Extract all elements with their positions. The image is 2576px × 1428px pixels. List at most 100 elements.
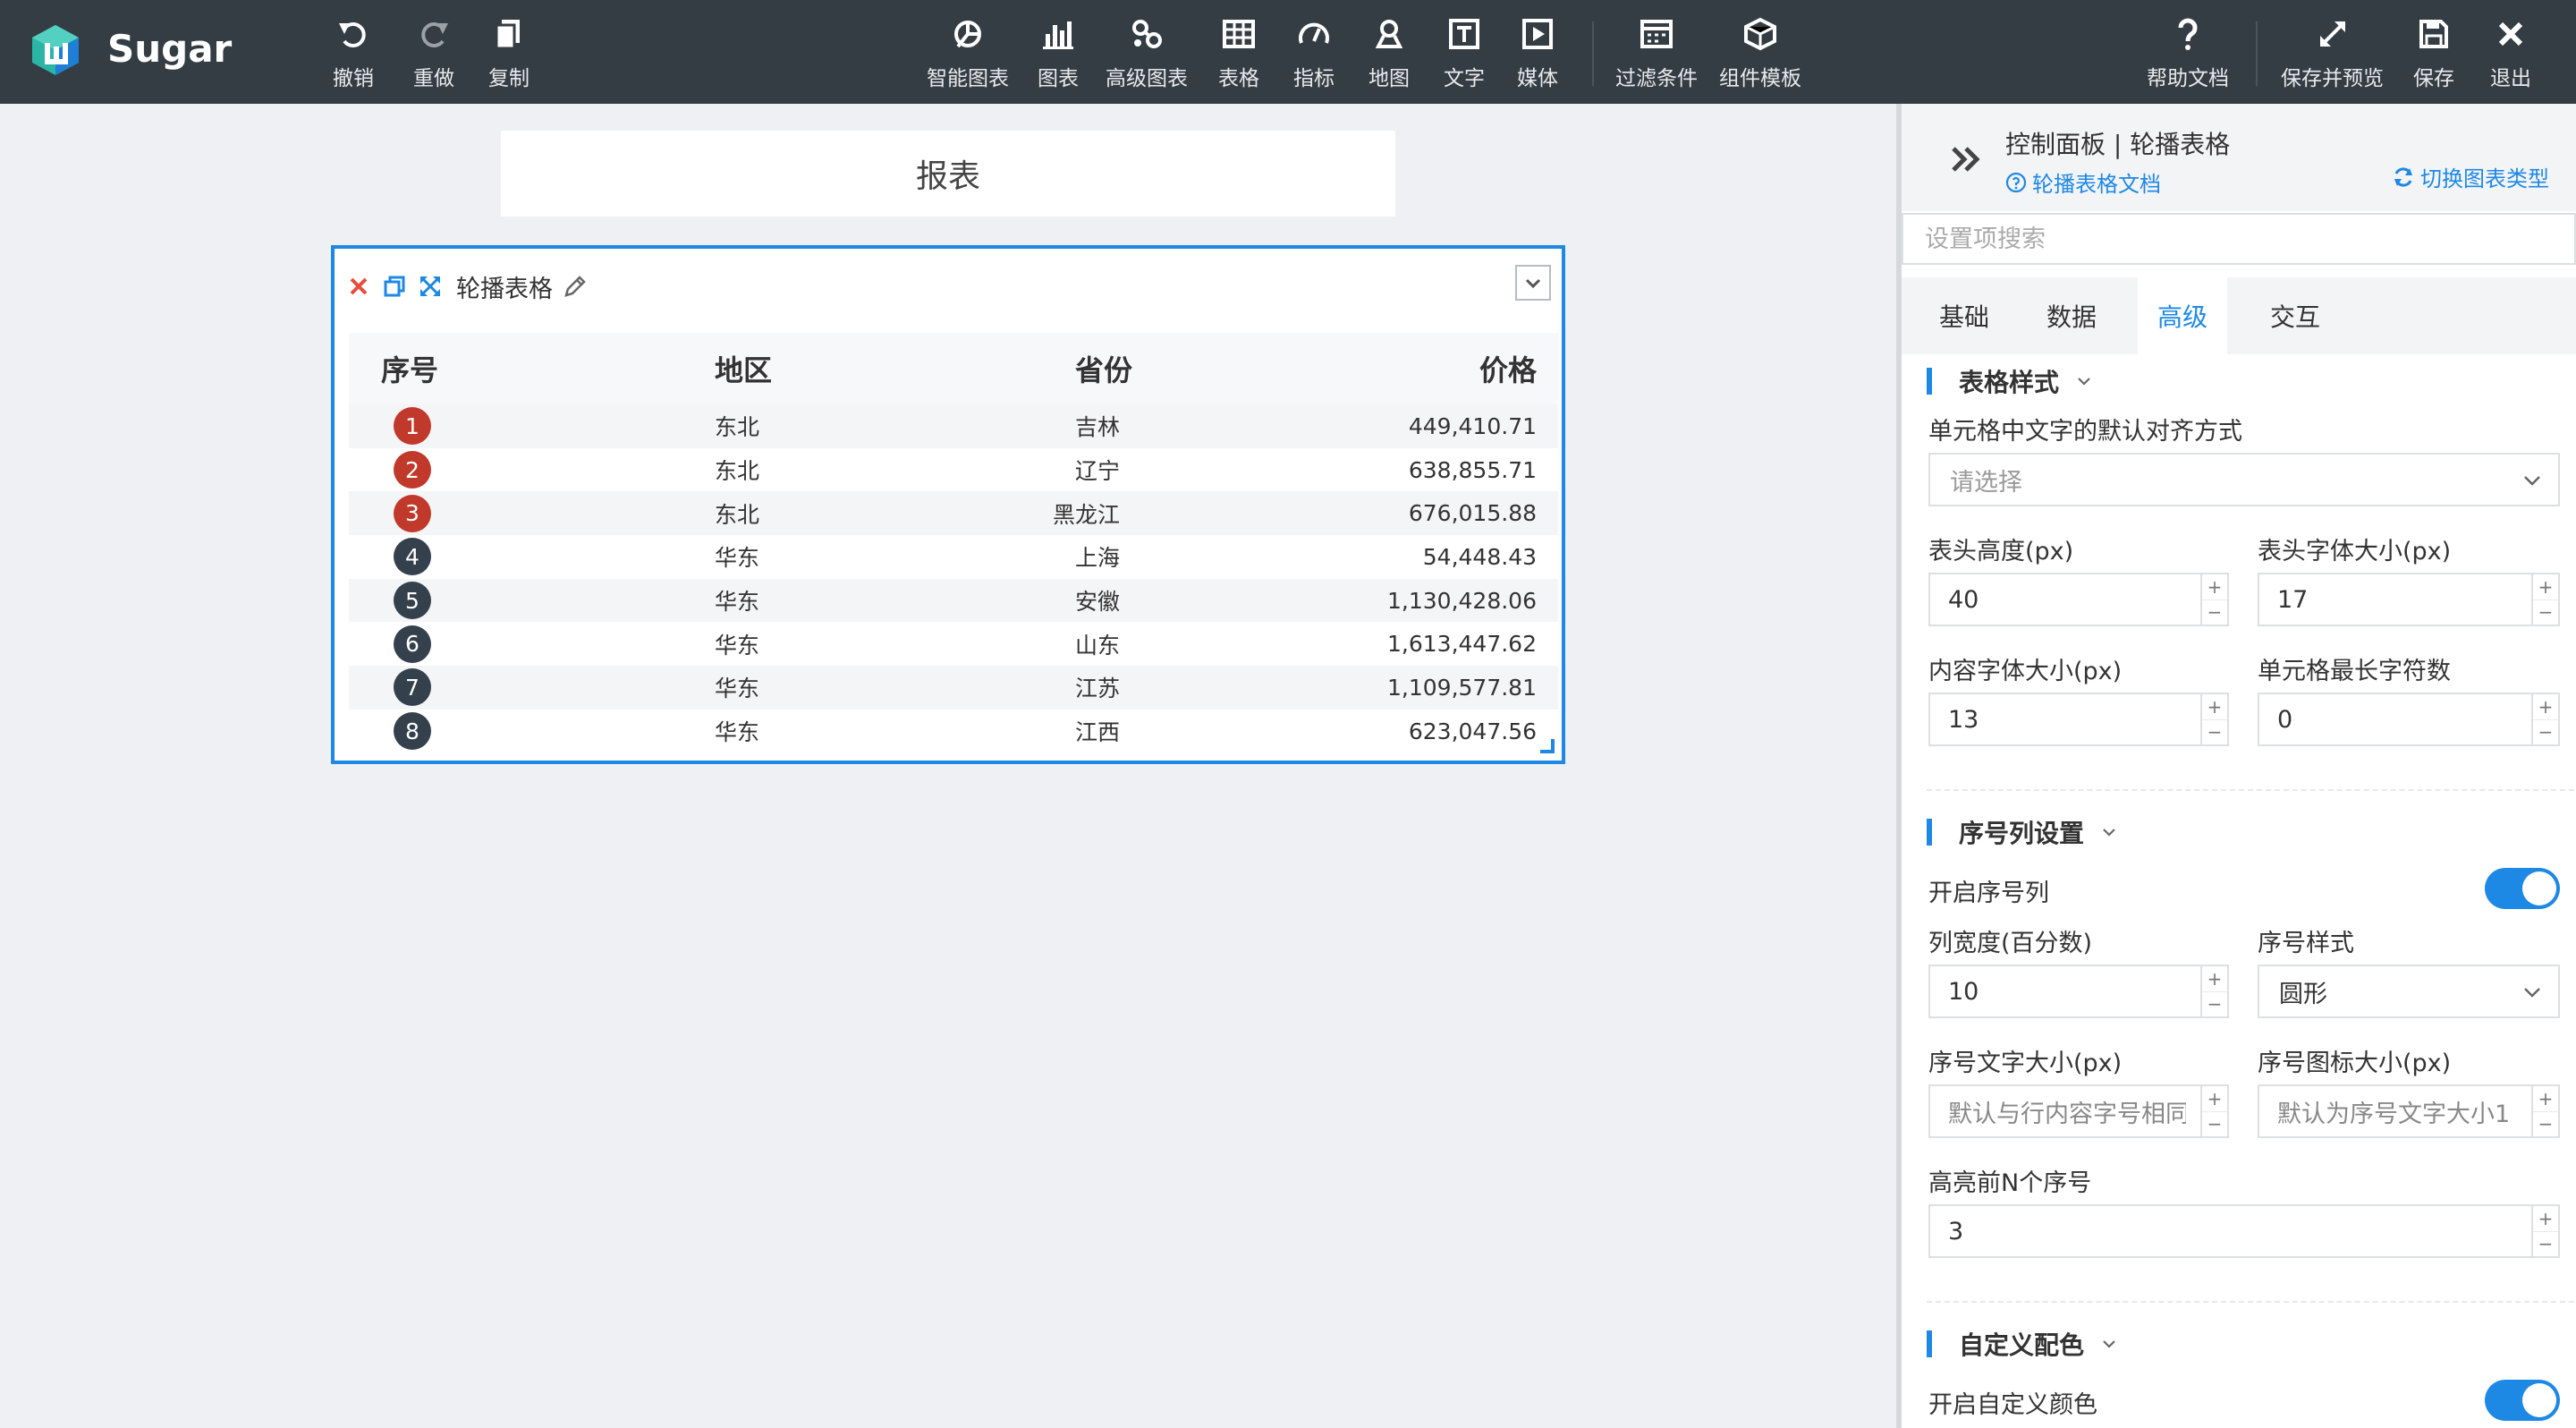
increment-button[interactable]: + — [2533, 1086, 2558, 1111]
increment-button[interactable]: + — [2202, 1086, 2227, 1111]
smart-chart-button[interactable]: 智能图表 — [927, 16, 1009, 91]
price-cell: 1,613,447.62 — [1387, 631, 1537, 658]
template-button[interactable]: 组件模板 — [1719, 16, 1801, 91]
section-custom-color[interactable]: 自定义配色 — [1927, 1326, 2118, 1362]
section-table-style[interactable]: 表格样式 — [1927, 363, 2093, 399]
control-panel: 控制面板 | 轮播表格 轮播表格文档 切换图表类型 基础 数据 高级 交互 表格… — [1896, 104, 2576, 1428]
highlight-n-input[interactable]: 3 + − — [1928, 1204, 2560, 1258]
double-chevron-right-icon[interactable] — [1946, 140, 1986, 179]
col-width-input[interactable]: 10 + − — [1928, 965, 2229, 1018]
price-cell: 1,130,428.06 — [1387, 587, 1537, 614]
carousel-table-widget[interactable]: 轮播表格 序号 地区 省份 价格 1 东北 吉林 449,410.71 2 东北 辽宁 638… — [331, 245, 1565, 764]
redo-button[interactable]: 重做 — [413, 16, 454, 91]
content-font-input[interactable]: 13 + − — [1928, 693, 2229, 746]
top-toolbar: Sugar 撤销 重做 复制 智能图表 图表 高级图表 表格 指标 地图 文字 … — [0, 0, 2576, 104]
index-text-size-input[interactable]: 默认与行内容字号相同 + − — [1928, 1084, 2229, 1138]
decrement-button[interactable]: − — [2533, 1110, 2558, 1137]
column-header-region[interactable]: 地区 — [461, 348, 799, 389]
increment-button[interactable]: + — [2202, 966, 2227, 991]
filter-button[interactable]: 过滤条件 — [1615, 16, 1698, 91]
increment-button[interactable]: + — [2533, 694, 2558, 719]
increment-button[interactable]: + — [2202, 694, 2227, 719]
stepper: + − — [2531, 574, 2558, 625]
enable-custom-color-toggle[interactable] — [2485, 1380, 2560, 1421]
tab-interaction[interactable]: 交互 — [2241, 277, 2349, 354]
decrement-button[interactable]: − — [2533, 1230, 2558, 1257]
index-cell: 4 — [349, 538, 461, 576]
index-cell: 1 — [349, 407, 461, 446]
highlight-n-label: 高亮前N个序号 — [1928, 1169, 2092, 1197]
metric-button[interactable]: 指标 — [1293, 16, 1335, 91]
increment-button[interactable]: + — [2202, 574, 2227, 599]
enable-index-toggle[interactable] — [2485, 868, 2560, 909]
duplicate-icon[interactable] — [381, 273, 408, 300]
header-height-input[interactable]: 40 + − — [1928, 573, 2229, 626]
column-header-province[interactable]: 省份 — [799, 348, 1159, 389]
province-cell: 黑龙江 — [1052, 501, 1120, 528]
max-chars-input[interactable]: 0 + − — [2258, 693, 2560, 746]
table-row: 3 东北 黑龙江 676,015.88 — [349, 491, 1558, 536]
edit-pencil-icon[interactable] — [562, 273, 589, 300]
section-divider — [1927, 789, 2574, 791]
advanced-chart-button[interactable]: 高级图表 — [1106, 16, 1188, 91]
chevron-down-icon — [2078, 378, 2090, 386]
panel-title: 控制面板 | 轮播表格 — [2005, 130, 2231, 159]
tab-advanced[interactable]: 高级 — [2138, 277, 2227, 354]
report-title[interactable]: 报表 — [501, 131, 1395, 217]
table-row: 6 华东 山东 1,613,447.62 — [349, 622, 1558, 667]
switch-chart-type-link[interactable]: 切换图表类型 — [2392, 161, 2549, 192]
redo-icon — [414, 16, 453, 52]
panel-header: 控制面板 | 轮播表格 轮播表格文档 切换图表类型 — [1902, 104, 2576, 211]
delete-icon[interactable] — [345, 273, 372, 300]
decrement-button[interactable]: − — [2533, 599, 2558, 625]
widget-dropdown-button[interactable] — [1515, 265, 1551, 301]
toggle-knob — [2522, 1383, 2556, 1417]
header-font-input[interactable]: 17 + − — [2258, 573, 2560, 626]
gauge-icon — [1294, 16, 1334, 52]
decrement-button[interactable]: − — [2202, 1110, 2227, 1137]
increment-button[interactable]: + — [2533, 574, 2558, 599]
province-cell: 上海 — [1074, 545, 1120, 572]
table-row: 7 华东 江苏 1,109,577.81 — [349, 666, 1558, 710]
column-header-price[interactable]: 价格 — [1159, 348, 1551, 389]
max-chars-label: 单元格最长字符数 — [2258, 658, 2451, 685]
decrement-button[interactable]: − — [2533, 718, 2558, 745]
content-font-label: 内容字体大小(px) — [1928, 658, 2123, 685]
fullscreen-icon[interactable] — [417, 273, 444, 300]
undo-button[interactable]: 撤销 — [333, 16, 374, 91]
cube-icon — [1741, 16, 1780, 52]
index-style-select[interactable]: 圆形 — [2258, 965, 2560, 1018]
section-index-column[interactable]: 序号列设置 — [1927, 814, 2118, 850]
province-cell: 江西 — [1074, 719, 1120, 746]
copy-button[interactable]: 复制 — [488, 16, 530, 91]
decrement-button[interactable]: − — [2202, 599, 2227, 625]
column-header-index[interactable]: 序号 — [349, 348, 461, 389]
media-button[interactable]: 媒体 — [1517, 16, 1558, 91]
app-brand: Sugar — [107, 27, 233, 71]
decrement-button[interactable]: − — [2202, 990, 2227, 1017]
save-button[interactable]: 保存 — [2413, 16, 2454, 91]
table-button[interactable]: 表格 — [1218, 16, 1259, 91]
region-cell: 东北 — [714, 501, 759, 528]
filter-icon — [1637, 16, 1676, 52]
resize-handle[interactable] — [1540, 739, 1555, 753]
help-doc-button[interactable]: 帮助文档 — [2147, 16, 2229, 91]
increment-button[interactable]: + — [2533, 1206, 2558, 1231]
tab-basic[interactable]: 基础 — [1902, 277, 2027, 354]
decrement-button[interactable]: − — [2202, 718, 2227, 745]
text-button[interactable]: 文字 — [1444, 16, 1485, 91]
index-badge: 3 — [394, 494, 431, 532]
doc-link[interactable]: 轮播表格文档 — [2005, 166, 2161, 198]
settings-search-input[interactable] — [1902, 213, 2576, 265]
price-cell: 1,109,577.81 — [1387, 674, 1537, 701]
save-preview-button[interactable]: 保存并预览 — [2281, 16, 2384, 91]
align-select[interactable]: 请选择 — [1928, 453, 2560, 506]
chevron-down-icon — [2524, 988, 2540, 998]
chart-button[interactable]: 图表 — [1038, 16, 1079, 91]
index-cell: 7 — [349, 668, 461, 707]
exit-button[interactable]: 退出 — [2490, 16, 2531, 91]
map-button[interactable]: 地图 — [1368, 16, 1410, 91]
tab-data[interactable]: 数据 — [2027, 277, 2116, 354]
header-font-label: 表头字体大小(px) — [2258, 538, 2452, 565]
index-icon-size-input[interactable]: 默认为序号文字大小1 + − — [2258, 1084, 2560, 1138]
